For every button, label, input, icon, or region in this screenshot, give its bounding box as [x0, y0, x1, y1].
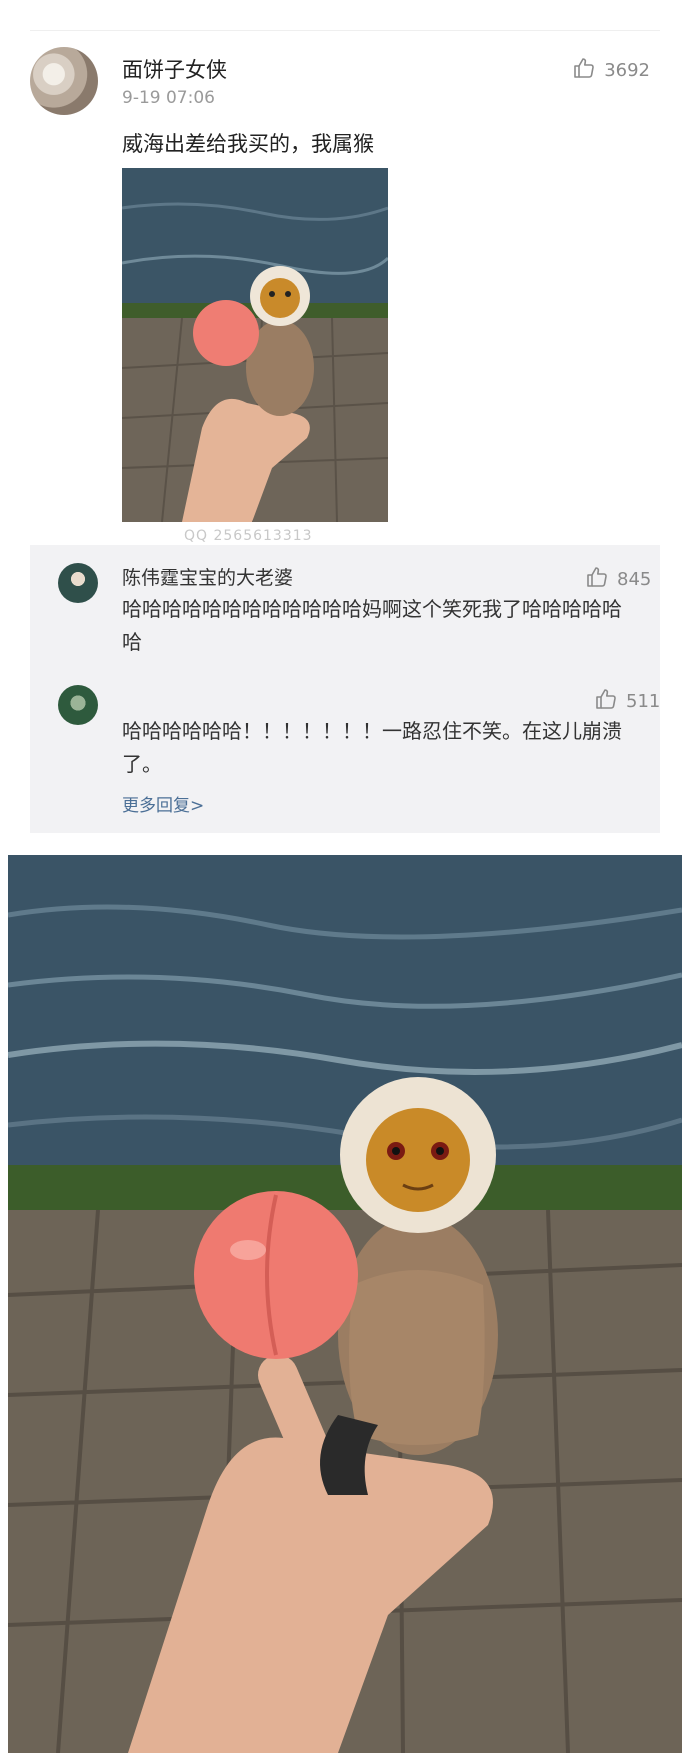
enlarged-photo: [8, 855, 682, 1753]
comment-avatar[interactable]: [58, 685, 98, 725]
comment-like-count: 845: [617, 569, 652, 590]
weibo-post: 面饼子女侠 9-19 07:06 3692 威海出差给我买的，我属猴 QQ 25…: [0, 0, 690, 846]
user-avatar[interactable]: [30, 47, 98, 115]
post-like-button[interactable]: 3692: [572, 56, 650, 85]
comment-user-name[interactable]: 陈伟霆宝宝的大老婆: [122, 563, 293, 590]
post-time: 9-19 07:06: [122, 88, 215, 108]
divider: [30, 30, 660, 31]
thumbs-up-icon: [594, 687, 618, 716]
comment-like-button[interactable]: 511: [594, 687, 660, 716]
user-name[interactable]: 面饼子女侠: [122, 54, 227, 84]
watermark: QQ 2565613313: [184, 528, 313, 544]
comment-text: 哈哈哈哈哈哈！！！！！！！一路忍住不笑。在这儿崩溃了。: [122, 719, 622, 776]
post-photo-thumbnail[interactable]: [122, 168, 388, 522]
post-like-count: 3692: [604, 60, 650, 81]
more-replies-link[interactable]: 更多回复>: [122, 791, 204, 816]
comments-panel: 陈伟霆宝宝的大老婆 845 哈哈哈哈哈哈哈哈哈哈哈哈妈啊这个笑死我了哈哈哈哈哈哈…: [30, 545, 660, 833]
thumbs-up-icon: [572, 56, 596, 85]
comment-like-button[interactable]: 845: [585, 565, 651, 594]
post-text: 威海出差给我买的，我属猴: [122, 132, 374, 156]
comment-like-count: 511: [626, 691, 661, 712]
comment-text: 哈哈哈哈哈哈哈哈哈哈哈哈妈啊这个笑死我了哈哈哈哈哈哈: [122, 597, 622, 654]
comment-avatar[interactable]: [58, 563, 98, 603]
thumbs-up-icon: [585, 565, 609, 594]
